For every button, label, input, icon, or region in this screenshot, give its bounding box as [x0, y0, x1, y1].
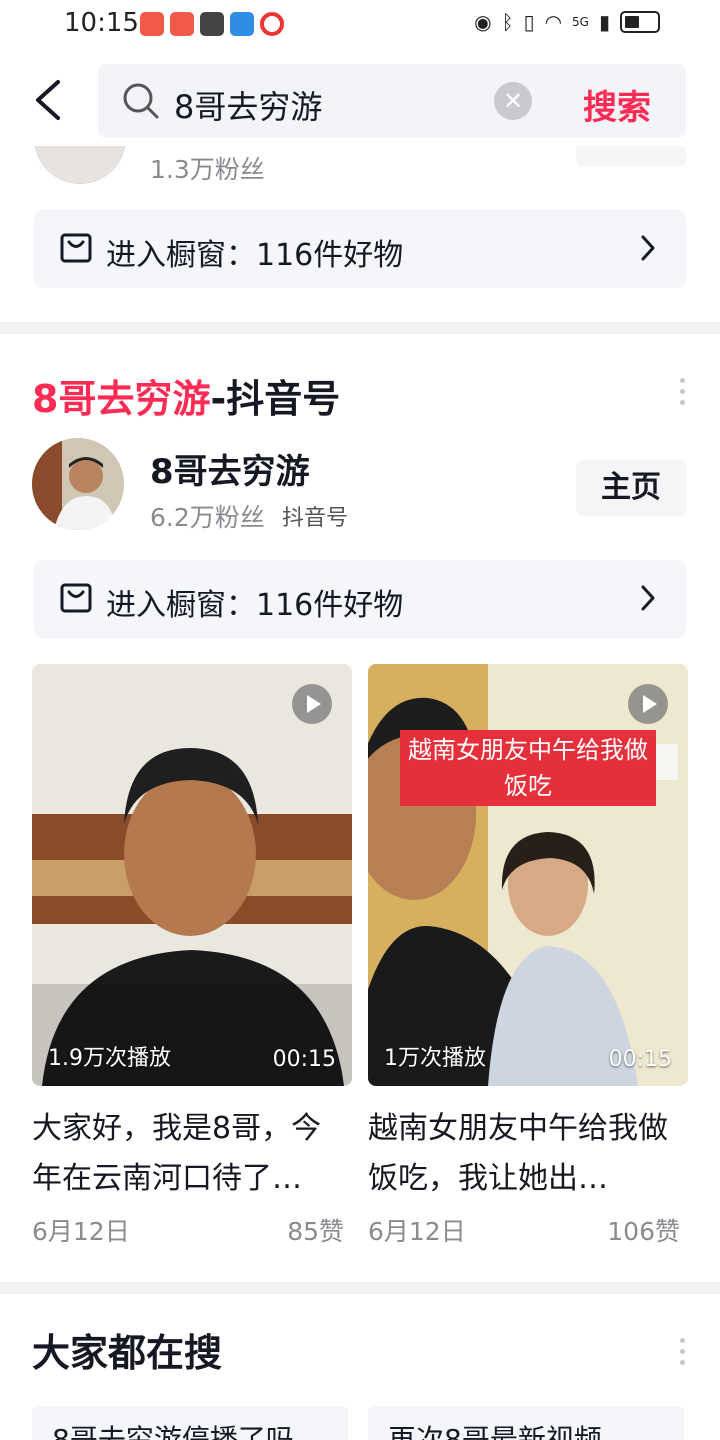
chevron-right-icon [641, 585, 655, 611]
video-frame [32, 664, 352, 1086]
shop-window-row[interactable]: 进入橱窗：116件好物 [34, 210, 686, 288]
home-button[interactable] [576, 146, 686, 166]
search-query[interactable]: 8哥去穷游 [174, 82, 322, 128]
signal-icon: ▮ [598, 10, 610, 34]
avatar[interactable] [34, 146, 126, 184]
bluetooth-icon: ᛒ [501, 10, 514, 34]
account-type-label: 抖音号 [282, 506, 349, 531]
shop-window-label: 进入橱窗：116件好物 [106, 588, 404, 623]
video-description[interactable]: 大家好，我是8哥，今年在云南河口待了… [32, 1104, 348, 1204]
more-icon[interactable] [680, 378, 686, 411]
shopping-bag-icon [60, 233, 92, 263]
trending-section: 大家都在搜 8哥去穷游停播了吗 再次8哥最新视频 [0, 1294, 720, 1440]
shop-app-icon [170, 12, 194, 36]
video-duration: 00:15 [272, 1047, 336, 1072]
search-icon [123, 83, 159, 119]
prev-result-card: 1.3万粉丝 进入橱窗：116件好物 [0, 146, 720, 322]
avatar[interactable] [32, 438, 124, 530]
wifi-icon: ◠ [544, 10, 563, 34]
video-date: 6月12日 [32, 1217, 130, 1246]
network-label: 5G [572, 15, 589, 29]
trending-item[interactable]: 再次8哥最新视频 [368, 1406, 684, 1440]
back-icon[interactable] [32, 78, 64, 122]
video-duration: 00:15 [608, 1047, 672, 1072]
calendar-icon [200, 12, 224, 36]
video-frame [368, 664, 688, 1086]
system-icons: ◉ ᛒ ▯ ◠ 5G ▮ [474, 10, 660, 34]
status-bar: 10:15 ◉ ᛒ ▯ ◠ 5G ▮ [0, 0, 720, 50]
trending-item[interactable]: 8哥去穷游停播了吗 [32, 1406, 348, 1440]
search-input[interactable]: 8哥去穷游 ✕ 搜索 [98, 64, 686, 138]
follower-count: 1.3万粉丝 [150, 155, 265, 184]
section-title: 8哥去穷游-抖音号 [32, 368, 340, 423]
play-icon [628, 684, 668, 724]
account-result-card: 8哥去穷游-抖音号 8哥去穷游 6.2万粉丝 抖音号 主页 进入橱窗：116件好… [0, 334, 720, 1282]
video-app-icon [260, 12, 284, 36]
play-icon [292, 684, 332, 724]
video-thumbnail[interactable]: 1.9万次播放 00:15 [32, 664, 352, 1086]
home-button[interactable]: 主页 [576, 460, 686, 516]
trending-title: 大家都在搜 [32, 1331, 223, 1375]
video-caption-overlay: 越南女朋友中午给我做饭吃 [400, 730, 656, 806]
notification-icons [140, 12, 284, 36]
eye-icon: ◉ [474, 10, 492, 34]
weather-icon [230, 12, 254, 36]
vibrate-icon: ▯ [523, 10, 535, 34]
title-highlight: 8哥去穷游 [32, 377, 211, 421]
chevron-right-icon [641, 235, 655, 261]
view-count: 1.9万次播放 [48, 1046, 171, 1071]
title-suffix: -抖音号 [210, 377, 341, 421]
battery-icon [620, 11, 660, 33]
shopping-bag-icon [60, 583, 92, 613]
video-thumbnail[interactable]: 越南女朋友中午给我做饭吃 1万次播放 00:15 [368, 664, 688, 1086]
follower-count: 6.2万粉丝 [150, 503, 265, 532]
shop-window-row[interactable]: 进入橱窗：116件好物 [34, 560, 686, 638]
like-count: 106赞 [607, 1217, 680, 1246]
status-time: 10:15 [64, 8, 139, 38]
search-header: 8哥去穷游 ✕ 搜索 [0, 50, 720, 146]
view-count: 1万次播放 [384, 1046, 486, 1071]
account-name[interactable]: 8哥去穷游 [150, 444, 310, 493]
video-date: 6月12日 [368, 1217, 466, 1246]
like-count: 85赞 [287, 1217, 344, 1246]
video-description[interactable]: 越南女朋友中午给我做饭吃，我让她出… [368, 1104, 684, 1204]
shop-window-label: 进入橱窗：116件好物 [106, 238, 404, 273]
clear-icon[interactable]: ✕ [494, 82, 532, 120]
shop-app-icon [140, 12, 164, 36]
more-icon[interactable] [680, 1338, 686, 1371]
search-button[interactable]: 搜索 [583, 80, 651, 129]
